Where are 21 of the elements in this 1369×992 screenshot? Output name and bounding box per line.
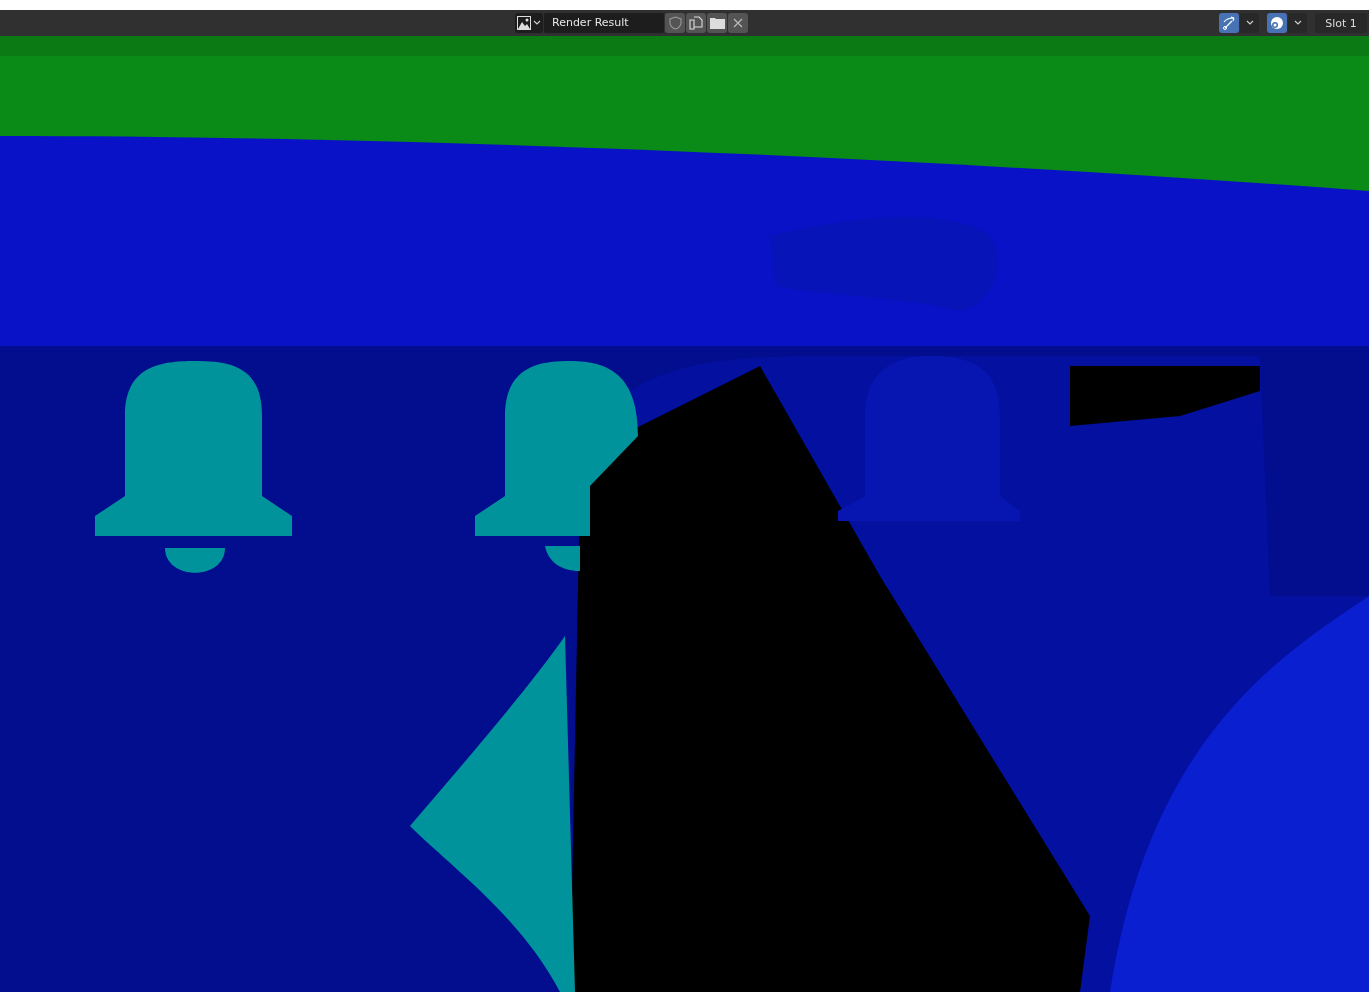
folder-icon [709,17,725,29]
arrow-icon [1222,16,1236,30]
caret-icon [533,20,541,26]
image-browse-button[interactable] [515,13,543,33]
caret-icon [1293,20,1302,26]
overlay-menu-button[interactable] [1288,13,1307,33]
image-icon [517,16,531,30]
close-icon [733,18,743,28]
close-button[interactable] [728,13,748,33]
open-button[interactable] [707,13,727,33]
gizmo-menu-button[interactable] [1240,13,1259,33]
slot-dropdown[interactable]: Slot 1 [1315,13,1367,33]
fake-user-button[interactable] [665,13,685,33]
copy-icon [689,16,703,30]
caret-icon [1245,20,1254,26]
duplicate-button[interactable] [686,13,706,33]
overlay-toggle[interactable] [1267,13,1287,33]
gizmo-toggle[interactable] [1219,13,1239,33]
image-name-field[interactable]: Render Result [544,13,664,33]
overlay-icon [1270,16,1284,30]
shield-icon [668,16,682,30]
